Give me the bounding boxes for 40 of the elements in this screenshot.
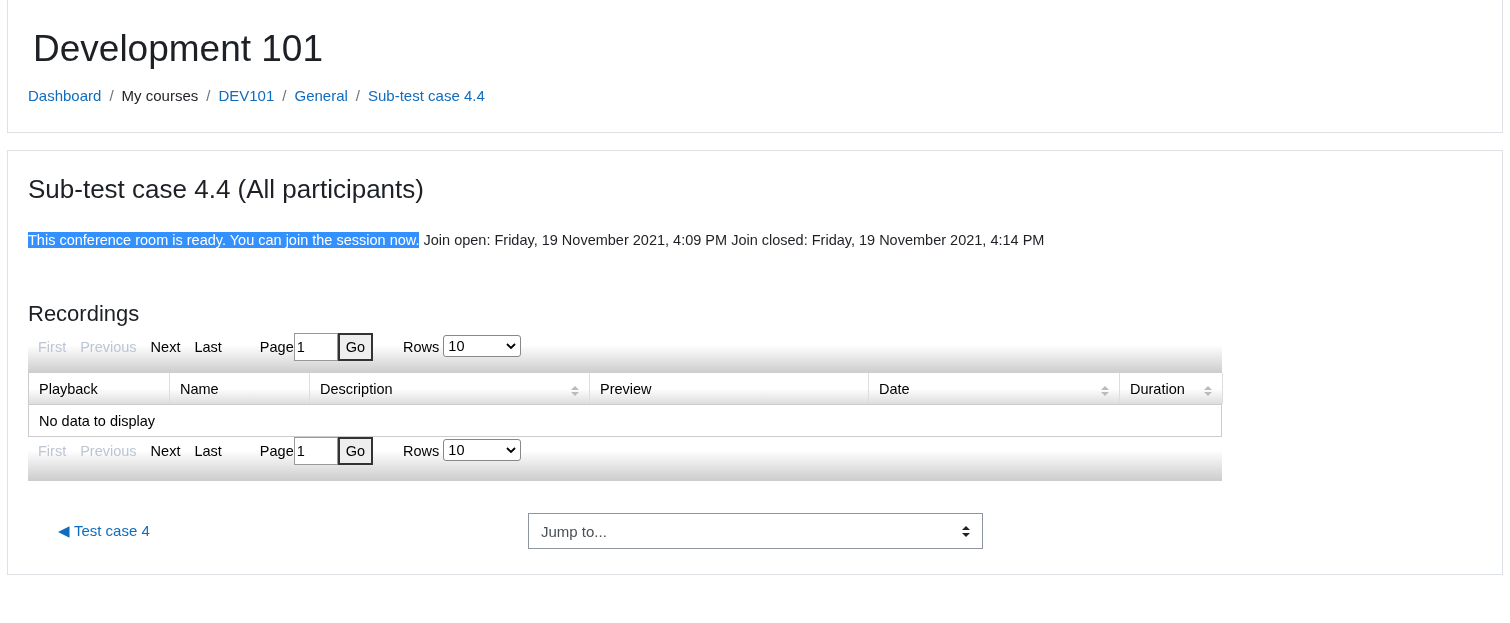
breadcrumb-separator: / [355,87,360,104]
join-open-text: Join open: Friday, 19 November 2021, 4:09 PM [423,232,728,248]
breadcrumb-link[interactable]: Dashboard [28,87,102,104]
join-closed-text: Join closed: Friday, 19 November 2021, 4:14 PM [731,232,1045,248]
page-title: Sub-test case 4.4 (All participants) [28,173,425,205]
column-header[interactable]: Description [310,373,590,404]
page-label: Page [259,338,294,357]
breadcrumb-link[interactable]: Sub-test case 4.4 [368,87,485,104]
page-label: Page [259,442,294,461]
dropdown-caret-icon [506,447,517,453]
column-header: Playback [29,373,170,404]
breadcrumb-text: My courses [121,87,199,104]
page-input[interactable]: 1 [293,437,338,465]
breadcrumb-separator: / [206,87,211,104]
select-arrows-icon [962,525,970,537]
rows-label: Rows [403,442,440,461]
course-title: Development 101 [33,27,325,71]
go-button[interactable]: Go [337,437,374,465]
go-button[interactable]: Go [337,333,374,361]
dropdown-caret-icon [506,343,517,349]
column-header[interactable]: Duration [1120,373,1223,404]
breadcrumb-separator: / [109,87,114,104]
page-input[interactable]: 1 [293,333,338,361]
jump-to-select[interactable]: Jump to... [528,513,983,549]
column-header: Preview [590,373,869,404]
rows-select[interactable]: 10 [443,335,522,357]
rows-select[interactable]: 10 [443,439,522,461]
column-header: Name [170,373,310,404]
breadcrumb-separator: / [282,87,287,104]
rows-label: Rows [403,338,440,357]
column-header[interactable]: Date [869,373,1120,404]
breadcrumb-link[interactable]: DEV101 [218,87,275,104]
status-message: This conference room is ready. You can join the session now. [28,232,420,248]
section-title: Recordings [28,301,141,327]
pagination-link[interactable]: Next [150,439,181,463]
pagination-link[interactable]: Last [194,335,222,359]
breadcrumb-link[interactable]: General [294,87,348,104]
pagination-link[interactable]: Last [194,439,222,463]
pagination-link[interactable]: Next [150,335,181,359]
previous-activity-link[interactable]: ◀ Test case 4 [58,522,528,540]
